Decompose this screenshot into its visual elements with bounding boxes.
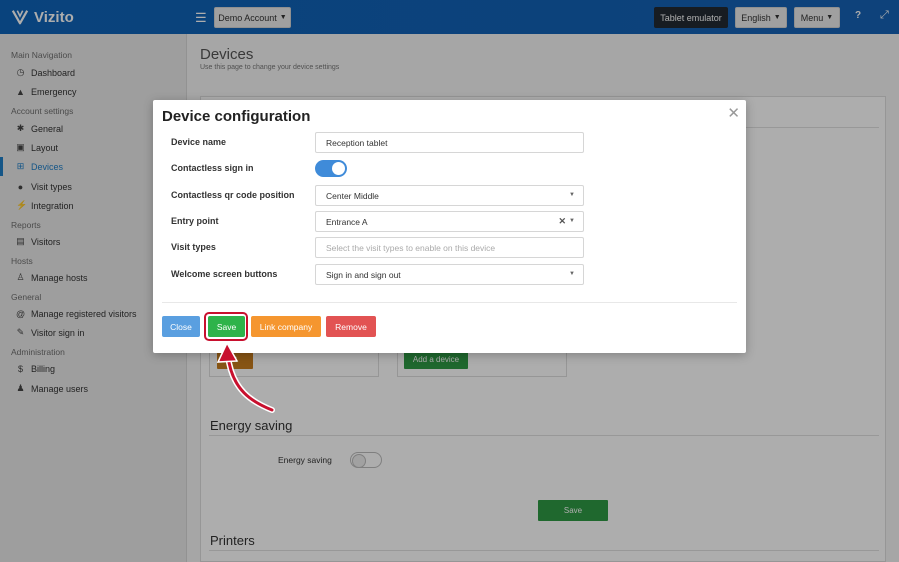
entry-point-value: Entrance A bbox=[326, 216, 368, 227]
close-button[interactable]: Close bbox=[162, 316, 200, 337]
link-company-button[interactable]: Link company bbox=[251, 316, 321, 337]
modal-divider bbox=[162, 302, 737, 303]
entry-point-select[interactable]: Entrance A ✕ ▼ bbox=[315, 211, 584, 232]
remove-button[interactable]: Remove bbox=[326, 316, 376, 337]
modal-title: Device configuration bbox=[162, 108, 311, 125]
qr-position-value: Center Middle bbox=[326, 190, 379, 201]
welcome-buttons-select[interactable]: Sign in and sign out ▼ bbox=[315, 264, 584, 285]
device-name-field[interactable] bbox=[315, 132, 584, 153]
caret-down-icon: ▼ bbox=[569, 192, 575, 198]
clear-icon[interactable]: ✕ bbox=[558, 216, 566, 227]
qr-position-label: Contactless qr code position bbox=[171, 190, 295, 200]
save-highlight-annotation bbox=[204, 312, 248, 341]
link-company-label: Link company bbox=[259, 321, 313, 332]
remove-button-label: Remove bbox=[335, 321, 367, 332]
welcome-buttons-label: Welcome screen buttons bbox=[171, 269, 278, 279]
visit-types-input[interactable] bbox=[326, 242, 583, 253]
caret-down-icon: ▼ bbox=[569, 218, 575, 224]
device-name-label: Device name bbox=[171, 137, 227, 147]
welcome-buttons-value: Sign in and sign out bbox=[326, 269, 401, 280]
device-name-input[interactable] bbox=[326, 137, 583, 148]
contactless-sign-in-label: Contactless sign in bbox=[171, 163, 254, 173]
visit-types-field[interactable] bbox=[315, 237, 584, 258]
close-icon[interactable]: ✕ bbox=[727, 104, 740, 122]
entry-point-label: Entry point bbox=[171, 216, 219, 226]
pointer-arrow-icon bbox=[216, 341, 275, 413]
close-button-label: Close bbox=[170, 321, 192, 332]
visit-types-label: Visit types bbox=[171, 242, 216, 252]
contactless-sign-in-toggle[interactable] bbox=[315, 160, 347, 177]
qr-position-select[interactable]: Center Middle ▼ bbox=[315, 185, 584, 206]
caret-down-icon: ▼ bbox=[569, 271, 575, 277]
